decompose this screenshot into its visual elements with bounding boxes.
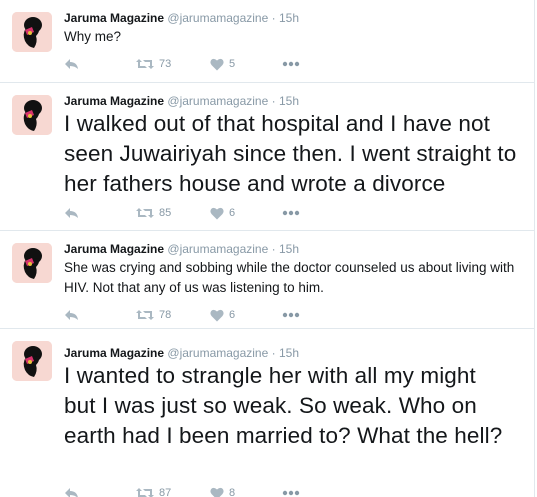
retweet-button[interactable]: 87 bbox=[136, 485, 171, 497]
tweet-actions: 73 5 bbox=[64, 56, 324, 72]
avatar[interactable] bbox=[12, 12, 52, 52]
like-count: 6 bbox=[229, 309, 236, 321]
retweet-button[interactable]: 85 bbox=[136, 205, 171, 221]
tweet-actions: 87 8 bbox=[64, 485, 324, 497]
author-name[interactable]: Jaruma Magazine bbox=[64, 94, 164, 108]
retweet-icon bbox=[136, 488, 154, 497]
reply-icon bbox=[65, 488, 78, 497]
heart-icon bbox=[210, 309, 224, 321]
retweet-count: 78 bbox=[159, 309, 172, 321]
retweet-icon bbox=[136, 59, 154, 69]
reply-button[interactable] bbox=[64, 307, 80, 323]
tweet-header: Jaruma Magazine @jarumamagazine · 15h bbox=[64, 10, 299, 26]
avatar[interactable] bbox=[12, 95, 52, 135]
more-button[interactable] bbox=[282, 56, 300, 72]
tweet-actions: 78 6 bbox=[64, 307, 324, 323]
retweet-count: 85 bbox=[159, 207, 172, 219]
timeline: Jaruma Magazine @jarumamagazine · 15h Wh… bbox=[0, 0, 535, 497]
more-icon bbox=[282, 61, 300, 67]
reply-button[interactable] bbox=[64, 205, 80, 221]
like-count: 5 bbox=[229, 58, 236, 70]
separator: · bbox=[271, 346, 276, 360]
retweet-button[interactable]: 73 bbox=[136, 56, 171, 72]
reply-button[interactable] bbox=[64, 56, 80, 72]
like-count: 6 bbox=[229, 207, 236, 219]
jaruma-logo-icon bbox=[12, 12, 52, 52]
tweet-2[interactable]: Jaruma Magazine @jarumamagazine · 15h I … bbox=[0, 82, 535, 230]
avatar[interactable] bbox=[12, 341, 52, 381]
author-name[interactable]: Jaruma Magazine bbox=[64, 242, 164, 256]
tweet-text: Why me? bbox=[64, 29, 122, 44]
like-button[interactable]: 6 bbox=[210, 307, 235, 323]
tweet-header: Jaruma Magazine @jarumamagazine · 15h bbox=[64, 345, 299, 361]
more-icon bbox=[282, 490, 300, 496]
jaruma-logo-icon bbox=[12, 341, 52, 381]
avatar[interactable] bbox=[12, 243, 52, 283]
more-button[interactable] bbox=[282, 485, 300, 497]
tweet-header: Jaruma Magazine @jarumamagazine · 15h bbox=[64, 93, 299, 109]
author-handle[interactable]: @jarumamagazine bbox=[167, 242, 268, 256]
more-button[interactable] bbox=[282, 307, 300, 323]
like-count: 8 bbox=[229, 487, 236, 497]
tweet-actions: 85 6 bbox=[64, 205, 324, 221]
retweet-icon bbox=[136, 208, 154, 218]
like-button[interactable]: 5 bbox=[210, 56, 235, 72]
tweet-text: I walked out of that hospital and I have… bbox=[64, 111, 517, 196]
retweet-count: 73 bbox=[159, 58, 172, 70]
separator: · bbox=[271, 11, 276, 25]
tweet-text: I wanted to strangle her with all my mig… bbox=[64, 363, 503, 448]
author-handle[interactable]: @jarumamagazine bbox=[167, 94, 268, 108]
separator: · bbox=[271, 94, 276, 108]
heart-icon bbox=[210, 207, 224, 219]
jaruma-logo-icon bbox=[12, 95, 52, 135]
more-icon bbox=[282, 312, 300, 318]
retweet-icon bbox=[136, 310, 154, 320]
separator: · bbox=[271, 242, 276, 256]
reply-icon bbox=[65, 310, 78, 320]
author-handle[interactable]: @jarumamagazine bbox=[167, 346, 268, 360]
reply-icon bbox=[65, 208, 78, 218]
timestamp[interactable]: 15h bbox=[279, 94, 299, 108]
tweet-1[interactable]: Jaruma Magazine @jarumamagazine · 15h Wh… bbox=[0, 0, 535, 82]
more-icon bbox=[282, 210, 300, 216]
like-button[interactable]: 6 bbox=[210, 205, 235, 221]
more-button[interactable] bbox=[282, 205, 300, 221]
tweet-text: She was crying and sobbing while the doc… bbox=[64, 260, 515, 295]
tweet-3[interactable]: Jaruma Magazine @jarumamagazine · 15h Sh… bbox=[0, 230, 535, 328]
tweet-4[interactable]: Jaruma Magazine @jarumamagazine · 15h I … bbox=[0, 328, 535, 497]
heart-icon bbox=[210, 487, 224, 497]
author-name[interactable]: Jaruma Magazine bbox=[64, 346, 164, 360]
like-button[interactable]: 8 bbox=[210, 485, 235, 497]
heart-icon bbox=[210, 58, 224, 70]
jaruma-logo-icon bbox=[12, 243, 52, 283]
author-handle[interactable]: @jarumamagazine bbox=[167, 11, 268, 25]
retweet-count: 87 bbox=[159, 487, 172, 497]
reply-button[interactable] bbox=[64, 485, 80, 497]
retweet-button[interactable]: 78 bbox=[136, 307, 171, 323]
timestamp[interactable]: 15h bbox=[279, 242, 299, 256]
tweet-header: Jaruma Magazine @jarumamagazine · 15h bbox=[64, 241, 299, 257]
timestamp[interactable]: 15h bbox=[279, 11, 299, 25]
reply-icon bbox=[65, 59, 78, 69]
timestamp[interactable]: 15h bbox=[279, 346, 299, 360]
author-name[interactable]: Jaruma Magazine bbox=[64, 11, 164, 25]
